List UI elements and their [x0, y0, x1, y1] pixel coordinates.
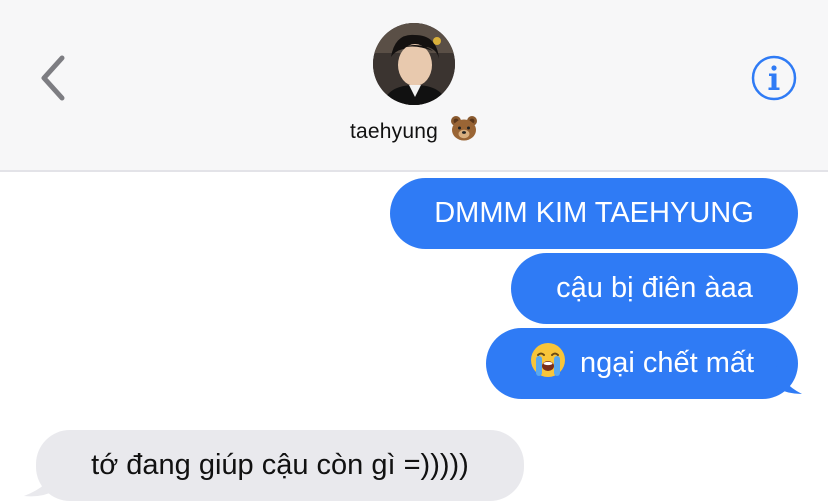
info-circle-icon	[751, 55, 797, 101]
outgoing-message-bubble[interactable]: cậu bị điên àaa	[511, 253, 798, 324]
message-text: DMMM KIM TAEHYUNG	[434, 197, 754, 229]
conversation-header: taehyung	[0, 0, 828, 172]
contact-name-label: taehyung	[349, 120, 438, 143]
outgoing-message-bubble[interactable]: DMMM KIM TAEHYUNG	[390, 178, 798, 249]
message-text: tớ đang giúp cậu còn gì =)))))	[91, 449, 469, 481]
loudly-crying-face-icon	[530, 342, 566, 386]
message-thread: DMMM KIM TAEHYUNG cậu bị điên àaa ngại c…	[0, 172, 828, 501]
outgoing-message-bubble[interactable]: ngại chết mất	[486, 328, 802, 399]
back-button[interactable]	[34, 52, 74, 104]
avatar-photo	[373, 23, 455, 105]
bear-face-icon	[450, 115, 478, 147]
contact-avatar[interactable]	[373, 23, 455, 105]
info-button[interactable]	[750, 54, 798, 102]
bubble-tail	[24, 468, 56, 497]
message-text: ngại chết mất	[579, 347, 755, 379]
incoming-message-bubble[interactable]: tớ đang giúp cậu còn gì =)))))	[24, 430, 524, 501]
message-text: cậu bị điên àaa	[556, 272, 753, 304]
contact-name[interactable]: taehyung	[0, 115, 828, 147]
bubble-tail	[776, 366, 802, 394]
chevron-left-icon	[41, 55, 65, 101]
